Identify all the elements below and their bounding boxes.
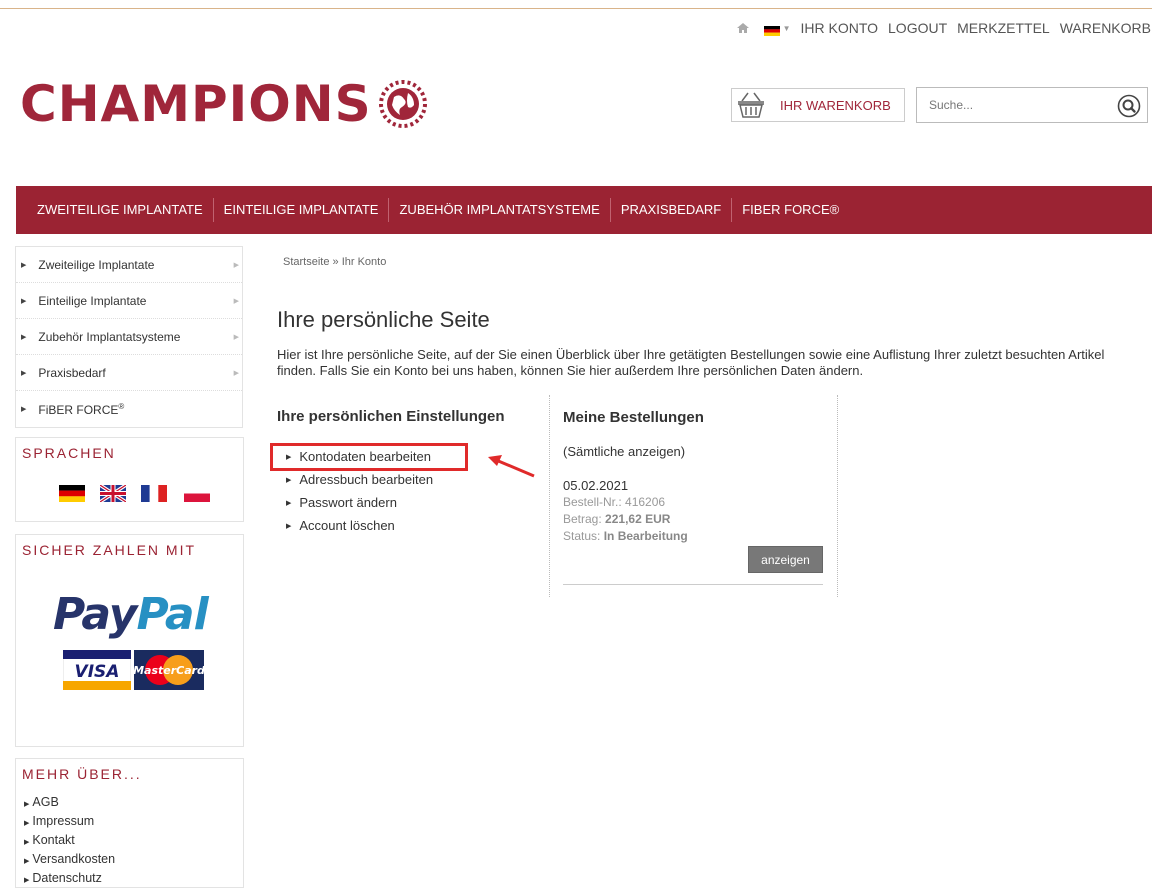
breadcrumb-home[interactable]: Startseite xyxy=(283,256,329,268)
nav-two-piece-implants[interactable]: ZWEITEILIGE IMPLANTATE xyxy=(16,198,214,222)
logo[interactable]: CHAMPIONS xyxy=(20,75,428,133)
delete-account-link[interactable]: ▶ Account löschen xyxy=(277,514,505,537)
languages-box: SPRACHEN xyxy=(15,437,244,522)
cart-button[interactable]: IHR WARENKORB xyxy=(731,88,905,122)
home-icon[interactable] xyxy=(736,21,750,35)
sidebar-item-one-piece-implants[interactable]: ▶ Einteilige Implantate ▶ xyxy=(16,283,242,319)
red-arrow-annotation xyxy=(488,455,535,478)
category-label: FiBER FORCE® xyxy=(38,401,125,417)
utility-nav: ▼ IHR KONTO LOGOUT MERKZETTEL WARENKORB xyxy=(736,19,1152,37)
search-icon[interactable] xyxy=(1117,94,1141,118)
link-agb[interactable]: ▶ AGB xyxy=(24,794,243,813)
main-nav: ZWEITEILIGE IMPLANTATE EINTEILIGE IMPLAN… xyxy=(16,186,1152,234)
german-flag-icon[interactable] xyxy=(59,485,85,502)
triangle-right-icon: ▶ xyxy=(24,839,30,846)
logo-text: CHAMPIONS xyxy=(20,75,372,133)
triangle-right-icon: ▶ xyxy=(286,477,292,485)
orders-title: Meine Bestellungen xyxy=(563,409,704,426)
credit-cards: VISA MasterCard xyxy=(63,650,204,690)
order-number: Bestell-Nr.: 416206 xyxy=(563,495,666,509)
breadcrumb-current[interactable]: Ihr Konto xyxy=(342,256,387,268)
category-label: Praxisbedarf xyxy=(38,365,106,380)
sidebar-item-two-piece-implants[interactable]: ▶ Zweiteilige Implantate ▶ xyxy=(16,247,242,283)
link-datenschutz[interactable]: ▶ Datenschutz xyxy=(24,870,243,889)
divider xyxy=(563,584,823,585)
triangle-right-icon: ▶ xyxy=(286,500,292,508)
category-label: Zubehör Implantatsysteme xyxy=(38,329,181,344)
poland-flag-icon[interactable] xyxy=(182,485,212,502)
triangle-right-icon: ▶ xyxy=(286,523,292,531)
settings-title: Ihre persönlichen Einstellungen xyxy=(277,408,505,425)
settings-section: Ihre persönlichen Einstellungen ▶ Kontoda… xyxy=(277,408,505,537)
globe-icon xyxy=(378,80,427,128)
nav-one-piece-implants[interactable]: EINTEILIGE IMPLANTATE xyxy=(214,198,390,222)
mastercard-logo: MasterCard xyxy=(134,650,204,690)
page-intro: Hier ist Ihre persönliche Seite, auf der… xyxy=(277,347,1105,378)
chevron-right-icon: ▶ xyxy=(233,369,239,377)
link-account[interactable]: IHR KONTO xyxy=(800,20,878,36)
triangle-right-icon: ▶ xyxy=(21,297,27,305)
payment-title: SICHER ZAHLEN MIT xyxy=(22,542,197,558)
page-title: Ihre persönliche Seite xyxy=(277,307,490,332)
link-cart[interactable]: WARENKORB xyxy=(1060,20,1151,36)
france-flag-icon[interactable] xyxy=(141,485,167,502)
sidebar-item-fiber-force[interactable]: ▶ FiBER FORCE® xyxy=(16,391,242,427)
category-label: Einteilige Implantate xyxy=(38,293,147,308)
payment-box: SICHER ZAHLEN MIT PayPal VISA MasterCard xyxy=(15,534,244,747)
search-input[interactable] xyxy=(927,97,1111,113)
triangle-right-icon: ▶ xyxy=(24,877,30,884)
edit-addressbook-link[interactable]: ▶ Adressbuch bearbeiten xyxy=(277,468,505,491)
link-impressum[interactable]: ▶ Impressum xyxy=(24,813,243,832)
triangle-right-icon: ▶ xyxy=(21,261,27,269)
chevron-down-icon[interactable]: ▼ xyxy=(783,24,791,33)
order-amount: Betrag: 221,62 EUR xyxy=(563,512,671,526)
view-order-button[interactable]: anzeigen xyxy=(748,546,823,573)
order-status: Status: In Bearbeitung xyxy=(563,529,688,543)
nav-practice-supplies[interactable]: PRAXISBEDARF xyxy=(611,198,733,222)
triangle-right-icon: ▶ xyxy=(21,333,27,341)
chevron-right-icon: ▶ xyxy=(233,297,239,305)
paypal-logo: PayPal xyxy=(53,589,209,640)
category-label: Zweiteilige Implantate xyxy=(38,257,155,272)
german-flag-icon[interactable] xyxy=(763,23,780,36)
show-all-orders-link[interactable]: (Sämtliche anzeigen) xyxy=(563,444,685,459)
triangle-right-icon: ▶ xyxy=(21,406,27,413)
category-menu: ▶ Zweiteilige Implantate ▶ ▶ Einteilige … xyxy=(15,246,243,428)
cart-label: IHR WARENKORB xyxy=(780,97,891,113)
uk-flag-icon[interactable] xyxy=(100,485,126,502)
triangle-right-icon: ▶ xyxy=(24,858,30,865)
sidebar-item-accessories[interactable]: ▶ Zubehör Implantatsysteme ▶ xyxy=(16,319,242,355)
orders-section: Meine Bestellungen (Sämtliche anzeigen) … xyxy=(549,395,838,597)
chevron-right-icon: ▶ xyxy=(233,261,239,269)
triangle-right-icon: ▶ xyxy=(24,801,30,808)
highlight-box xyxy=(270,443,468,471)
breadcrumb-separator: » xyxy=(329,256,342,268)
nav-accessories[interactable]: ZUBEHÖR IMPLANTATSYSTEME xyxy=(389,198,611,222)
languages-title: SPRACHEN xyxy=(22,445,116,461)
top-border xyxy=(0,8,1152,9)
sidebar-item-practice-supplies[interactable]: ▶ Praxisbedarf ▶ xyxy=(16,355,242,391)
link-versandkosten[interactable]: ▶ Versandkosten xyxy=(24,851,243,870)
breadcrumb: Startseite » Ihr Konto xyxy=(283,256,386,268)
svg-text:VISA: VISA xyxy=(75,662,120,682)
chevron-right-icon: ▶ xyxy=(233,333,239,341)
more-about-box: MEHR ÜBER... ▶ AGB ▶ Impressum ▶ Kontakt ▶ V… xyxy=(15,758,244,888)
triangle-right-icon: ▶ xyxy=(24,820,30,827)
triangle-right-icon: ▶ xyxy=(21,369,27,377)
search-box xyxy=(916,87,1148,123)
order-date: 05.02.2021 xyxy=(563,478,629,493)
basket-icon xyxy=(738,92,764,118)
more-about-title: MEHR ÜBER... xyxy=(22,766,142,782)
nav-fiber-force[interactable]: FIBER FORCE® xyxy=(732,198,849,222)
link-wishlist[interactable]: MERKZETTEL xyxy=(957,20,1050,36)
change-password-link[interactable]: ▶ Passwort ändern xyxy=(277,491,505,514)
link-kontakt[interactable]: ▶ Kontakt xyxy=(24,832,243,851)
visa-logo: VISA xyxy=(63,650,131,690)
link-logout[interactable]: LOGOUT xyxy=(888,20,947,36)
svg-text:MasterCard: MasterCard xyxy=(134,664,204,677)
